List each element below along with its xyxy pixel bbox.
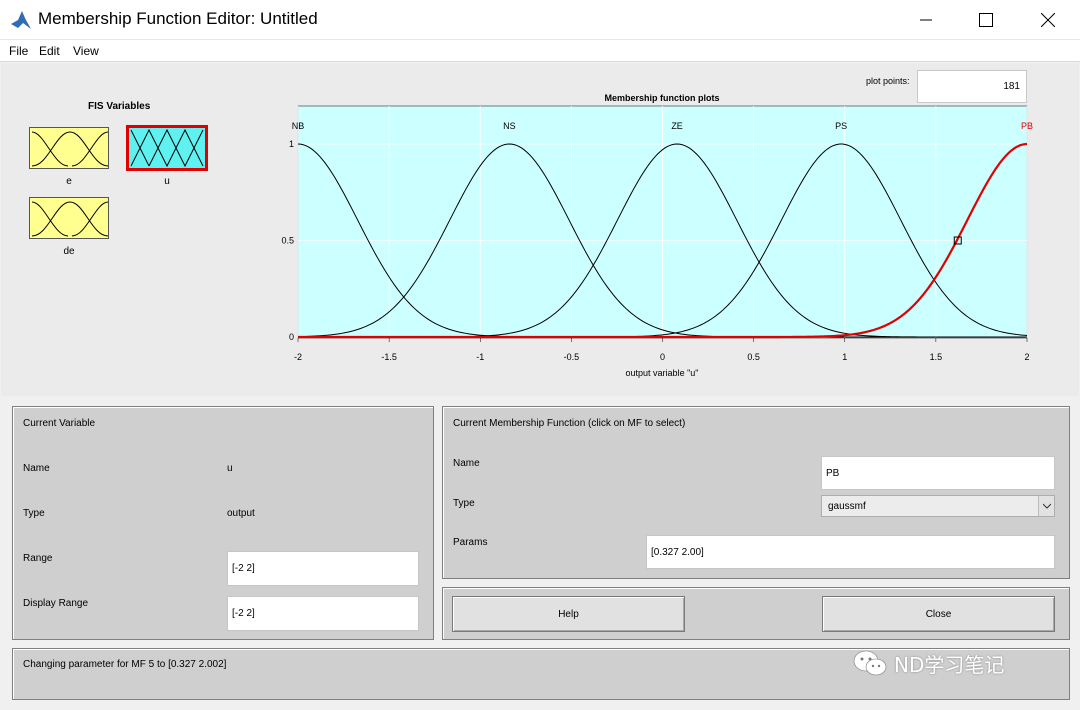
mf-label-pb[interactable]: PB	[1021, 121, 1033, 131]
input-mf-thumbnail-icon	[31, 201, 109, 237]
maximize-button[interactable]	[955, 0, 1017, 40]
mf-type-label: Type	[453, 498, 475, 509]
output-mf-thumbnail-icon	[130, 128, 204, 168]
watermark: ND学习笔记	[852, 648, 1004, 678]
help-button[interactable]: Help	[452, 596, 685, 632]
range-input[interactable]: [-2 2]	[227, 551, 419, 586]
x-tick-label: 0	[660, 352, 665, 362]
plot-xlabel: output variable "u"	[626, 368, 699, 378]
mf-label-ze[interactable]: ZE	[671, 121, 683, 131]
mf-label-ps[interactable]: PS	[835, 121, 847, 131]
fis-variables-title: FIS Variables	[88, 101, 151, 112]
mf-type-value: gaussmf	[828, 500, 866, 512]
input-mf-thumbnail-icon	[31, 131, 109, 167]
x-tick-label: 2	[1024, 352, 1029, 362]
menu-file[interactable]: File	[9, 44, 28, 58]
fis-variable-e-label: e	[66, 176, 72, 187]
membership-function-plot[interactable]: Membership function plots NB NS ZE PS PB -2-…	[270, 90, 1040, 380]
close-button[interactable]: Close	[822, 596, 1055, 632]
current-mf-panel: Current Membership Function (click on MF…	[442, 406, 1070, 579]
x-tick-label: 0.5	[747, 352, 760, 362]
x-tick-label: 1	[842, 352, 847, 362]
plot-title: Membership function plots	[604, 93, 719, 103]
x-tick-label: 1.5	[930, 352, 943, 362]
matlab-app-icon	[10, 9, 32, 31]
mf-label-nb[interactable]: NB	[292, 121, 305, 131]
current-variable-panel: Current Variable Name u Type output Rang…	[12, 406, 434, 640]
variable-type-label: Type	[23, 508, 45, 519]
status-text: Changing parameter for MF 5 to [0.327 2.…	[23, 659, 227, 670]
range-label: Range	[23, 553, 53, 564]
fis-variable-u[interactable]	[126, 125, 208, 171]
fis-variable-de-label: de	[63, 246, 75, 257]
x-tick-label: -2	[294, 352, 302, 362]
maximize-icon	[979, 13, 993, 27]
wechat-icon	[853, 650, 887, 676]
y-tick-label: 0.5	[281, 236, 294, 246]
y-tick-label: 0	[289, 332, 294, 342]
watermark-text: ND学习笔记	[894, 652, 1005, 677]
title-bar: Membership Function Editor: Untitled	[0, 0, 1080, 40]
mf-name-input[interactable]: PB	[821, 456, 1055, 490]
plot-points-label: plot points:	[866, 76, 910, 86]
y-tick-label: 1	[289, 139, 294, 149]
minimize-button[interactable]	[895, 0, 957, 40]
menu-view[interactable]: View	[73, 44, 99, 58]
fis-variable-de[interactable]	[29, 197, 109, 239]
variable-type-value: output	[227, 508, 255, 519]
chevron-down-icon[interactable]	[1038, 496, 1054, 516]
current-mf-title: Current Membership Function (click on MF…	[453, 418, 686, 429]
fis-variable-u-label: u	[164, 176, 170, 187]
x-tick-label: -0.5	[564, 352, 580, 362]
close-window-button[interactable]	[1017, 0, 1079, 40]
x-tick-label: -1	[476, 352, 484, 362]
close-icon	[1041, 13, 1055, 27]
mf-type-select[interactable]: gaussmf	[821, 495, 1055, 517]
current-variable-title: Current Variable	[23, 418, 96, 429]
menu-edit[interactable]: Edit	[39, 44, 60, 58]
display-range-label: Display Range	[23, 598, 89, 609]
mf-params-input[interactable]: [0.327 2.00]	[646, 535, 1055, 569]
mf-label-ns[interactable]: NS	[503, 121, 516, 131]
variable-name-value: u	[227, 463, 233, 474]
mf-params-label: Params	[453, 537, 488, 548]
window-title: Membership Function Editor: Untitled	[38, 9, 318, 28]
menu-bar: File Edit View	[0, 40, 1080, 62]
variable-name-label: Name	[23, 463, 50, 474]
x-tick-label: -1.5	[381, 352, 397, 362]
x-tick-labels: -2 -1.5 -1 -0.5 0 0.5 1 1.5 2	[294, 352, 1030, 362]
minimize-icon	[920, 19, 932, 21]
mf-name-label: Name	[453, 458, 480, 469]
display-range-input[interactable]: [-2 2]	[227, 596, 419, 631]
fis-variable-e[interactable]	[29, 127, 109, 169]
buttons-panel: Help Close	[442, 587, 1070, 640]
y-tick-labels: 00.51	[281, 139, 294, 342]
